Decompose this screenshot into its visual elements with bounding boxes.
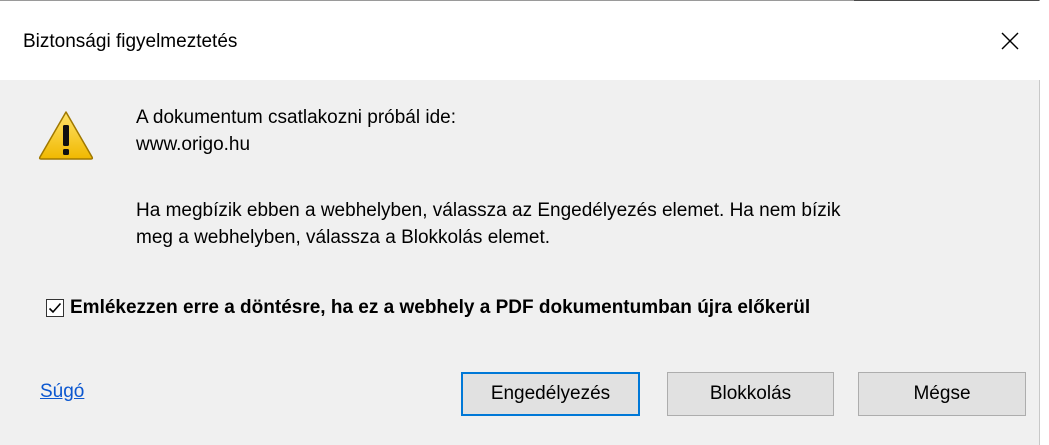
remember-checkbox[interactable] <box>46 299 64 317</box>
message-line: A dokumentum csatlakozni próbál ide: <box>136 107 457 128</box>
close-icon <box>1001 32 1019 49</box>
remember-label: Emlékezzen erre a döntésre, ha ez a webh… <box>70 297 811 318</box>
remember-decision-option[interactable]: Emlékezzen erre a döntésre, ha ez a webh… <box>46 297 810 319</box>
block-button[interactable]: Blokkolás <box>667 372 834 416</box>
title-bar: Biztonsági figyelmeztetés <box>0 1 1040 80</box>
help-link[interactable]: Súgó <box>40 381 84 403</box>
security-warning-dialog: Biztonsági figyelmeztetés A dokumentum c… <box>0 0 1040 445</box>
allow-button[interactable]: Engedélyezés <box>461 372 640 416</box>
checkmark-icon <box>48 302 62 314</box>
instruction-line-2: meg a webhelyben, válassza a Blokkolás e… <box>136 227 551 248</box>
dialog-title: Biztonsági figyelmeztetés <box>23 31 238 52</box>
instruction-line-1: Ha megbízik ebben a webhelyben, válassza… <box>136 200 841 221</box>
cancel-button[interactable]: Mégse <box>858 372 1026 416</box>
close-button[interactable] <box>980 1 1040 80</box>
warning-triangle-icon <box>38 111 94 160</box>
target-url: www.origo.hu <box>136 134 251 155</box>
